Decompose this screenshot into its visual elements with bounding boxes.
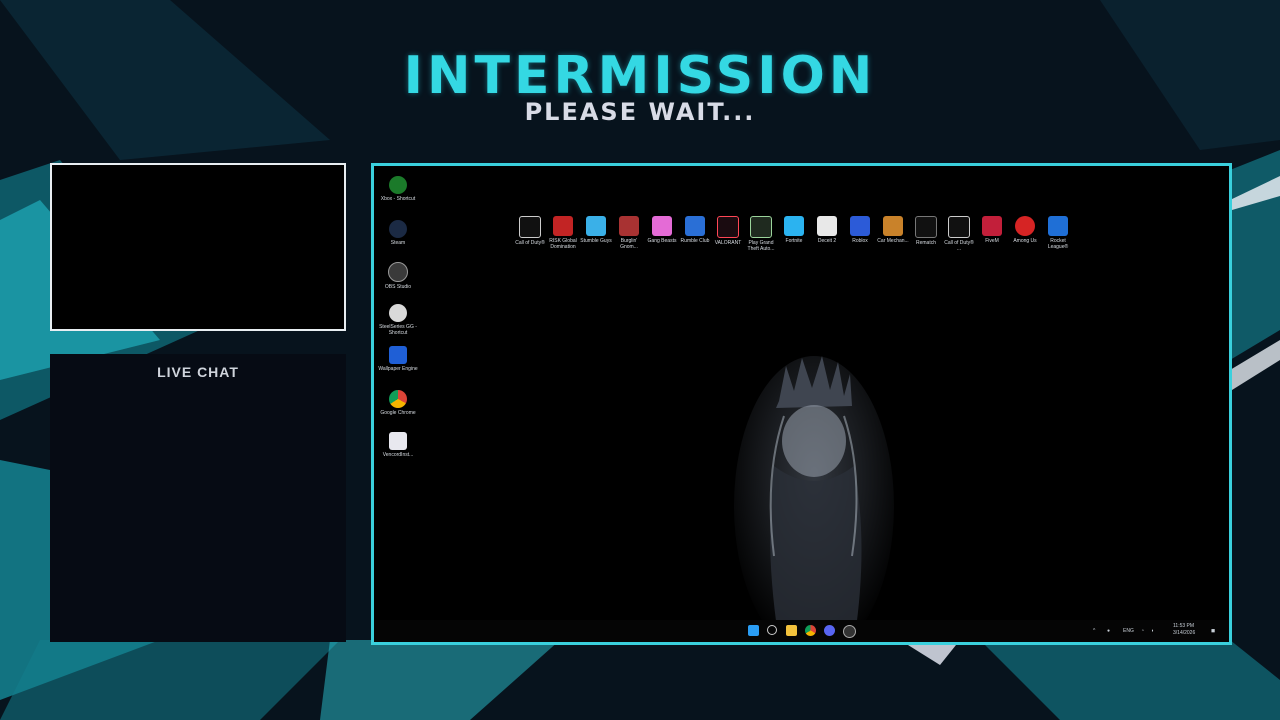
game-icon-deceit[interactable]: Deceit 2 xyxy=(811,216,843,244)
game-icon-label: VALORANT xyxy=(714,240,742,246)
live-chat-title: LIVE CHAT xyxy=(157,364,239,380)
rumble-club-icon xyxy=(685,216,705,236)
volume-icon[interactable]: ◗ xyxy=(1151,628,1154,634)
game-icon-fortnite[interactable]: Fortnite xyxy=(778,216,810,244)
microphone-icon[interactable]: ● xyxy=(1107,628,1110,634)
game-icon-label: Deceit 2 xyxy=(817,238,837,244)
desktop-icon-label: Steam xyxy=(390,240,406,246)
desktop-icon-label: VencordInst... xyxy=(382,452,414,458)
chrome-icon[interactable] xyxy=(805,625,816,636)
game-icon-label: Car Mechan... xyxy=(877,238,909,244)
chevron-up-icon[interactable]: ^ xyxy=(1093,628,1095,634)
game-icon-car-mechanic[interactable]: Car Mechan... xyxy=(877,216,909,244)
game-icon-label: Play Grand Theft Auto... xyxy=(747,240,775,252)
game-icon-call-of-duty[interactable]: Call of Duty® xyxy=(514,216,546,246)
game-icon-label: Rumble Club xyxy=(680,238,710,244)
game-icon-risk[interactable]: RISK Global Domination xyxy=(547,216,579,250)
game-icon-rematch[interactable]: Rematch xyxy=(910,216,942,246)
roblox-icon xyxy=(850,216,870,236)
game-icon-valorant[interactable]: VALORANT xyxy=(712,216,744,246)
game-icon-call-of-duty-2[interactable]: Call of Duty® ... xyxy=(943,216,975,252)
desktop-icon-chrome[interactable]: Google Chrome xyxy=(376,390,420,416)
desktop-icon-label: Xbox - Shortcut xyxy=(380,196,416,202)
please-wait-subtitle: PLEASE WAIT... xyxy=(524,98,756,126)
rocket-league-icon xyxy=(1048,216,1068,236)
file-explorer-icon[interactable] xyxy=(786,625,797,636)
game-icon-fivem[interactable]: FiveM xyxy=(976,216,1008,244)
game-icon-gang-beasts[interactable]: Gang Beasts xyxy=(646,216,678,244)
game-icon-roblox[interactable]: Roblox xyxy=(844,216,876,244)
game-icon-label: Burglin' Gnom... xyxy=(620,238,638,250)
game-icon-label: RISK Global Domination xyxy=(549,238,577,250)
desktop-icon-steelseries[interactable]: SteelSeries GG - Shortcut xyxy=(376,304,420,336)
game-icon-gta[interactable]: Play Grand Theft Auto... xyxy=(745,216,777,252)
system-tray: ^ ● ENG ◔ ◗ 11:53 PM 3/14/2026 ◼ xyxy=(1093,623,1223,639)
desktop-icon-label: Wallpaper Engine xyxy=(378,366,418,372)
burglin-gnomes-icon xyxy=(619,216,639,236)
among-us-icon xyxy=(1015,216,1035,236)
chrome-icon xyxy=(389,390,407,408)
webcam-frame xyxy=(50,163,346,331)
game-icon-label: Fortnite xyxy=(785,238,803,244)
fivem-icon xyxy=(982,216,1002,236)
game-icon-label: Gang Beasts xyxy=(647,238,677,244)
game-icon-label: Call of Duty® xyxy=(515,240,545,246)
game-icon-burglin-gnomes[interactable]: Burglin' Gnom... xyxy=(613,216,645,250)
stumble-guys-icon xyxy=(586,216,606,236)
desktop-icon-obs[interactable]: OBS Studio xyxy=(376,262,420,290)
game-icon-label: Call of Duty® ... xyxy=(944,240,974,252)
obs-icon xyxy=(388,262,408,282)
game-icon-label: Among Us xyxy=(1013,238,1037,244)
vencord-icon xyxy=(389,432,407,450)
notification-icon[interactable]: ◼ xyxy=(1211,628,1215,634)
risk-icon xyxy=(553,216,573,236)
game-icon-label: Rocket League® xyxy=(1047,238,1069,250)
game-icon-label: Rematch xyxy=(915,240,936,246)
game-icon-rocket-league[interactable]: Rocket League® xyxy=(1042,216,1074,250)
gang-beasts-icon xyxy=(652,216,672,236)
call-of-duty-icon xyxy=(519,216,541,238)
windows-start-icon[interactable] xyxy=(748,625,759,636)
steam-icon xyxy=(389,220,407,238)
desktop-icon-steam[interactable]: Steam xyxy=(376,220,420,246)
clock-date[interactable]: 3/14/2026 xyxy=(1173,630,1195,636)
rematch-icon xyxy=(915,216,937,238)
search-icon[interactable] xyxy=(767,625,777,635)
desktop-icon-wallpaper-engine[interactable]: Wallpaper Engine xyxy=(376,346,420,372)
desktop-icon-label: OBS Studio xyxy=(384,284,412,290)
language-indicator[interactable]: ENG xyxy=(1123,628,1134,634)
wifi-icon[interactable]: ◔ xyxy=(1141,628,1144,634)
windows-taskbar: ^ ● ENG ◔ ◗ 11:53 PM 3/14/2026 ◼ xyxy=(374,620,1229,642)
clock-time[interactable]: 11:53 PM xyxy=(1173,623,1194,629)
game-icon-label: Roblox xyxy=(852,238,868,244)
fortnite-icon xyxy=(784,216,804,236)
desktop-icon-vencord[interactable]: VencordInst... xyxy=(376,432,420,458)
deceit-icon xyxy=(817,216,837,236)
discord-icon[interactable] xyxy=(824,625,835,636)
desktop-icon-label: Google Chrome xyxy=(380,410,416,416)
steelseries-icon xyxy=(389,304,407,322)
desktop-icon-label: SteelSeries GG - Shortcut xyxy=(379,324,417,336)
game-icon-rumble-club[interactable]: Rumble Club xyxy=(679,216,711,244)
obs-icon[interactable] xyxy=(843,625,856,638)
car-mechanic-icon xyxy=(883,216,903,236)
gta-icon xyxy=(750,216,772,238)
game-icon-label: FiveM xyxy=(985,238,999,244)
xbox-icon xyxy=(389,176,407,194)
wallpaper-crowned-figure xyxy=(734,356,894,642)
game-icon-among-us[interactable]: Among Us xyxy=(1009,216,1041,244)
game-icon-label: Stumble Guys xyxy=(580,238,612,244)
valorant-icon xyxy=(717,216,739,238)
game-icon-stumble-guys[interactable]: Stumble Guys xyxy=(580,216,612,244)
desktop-screen-capture: Xbox - Shortcut Steam OBS Studio SteelSe… xyxy=(371,163,1232,645)
live-chat-panel: LIVE CHAT xyxy=(50,354,346,642)
call-of-duty-icon xyxy=(948,216,970,238)
wallpaper-engine-icon xyxy=(389,346,407,364)
desktop-icon-xbox[interactable]: Xbox - Shortcut xyxy=(376,176,420,202)
